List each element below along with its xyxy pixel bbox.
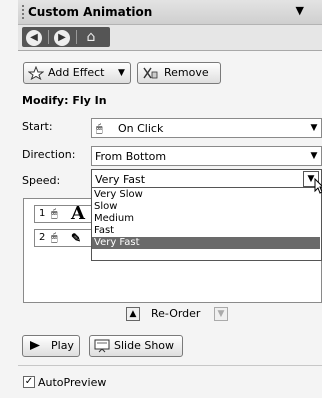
speed-option-fast[interactable]: Fast: [92, 225, 320, 237]
list-item[interactable]: 2 🖱 ✎: [34, 229, 94, 247]
custom-animation-pane: Custom Animation ▼ ◀ ▶ ⌂ Add Effect ▼ Re…: [0, 0, 322, 398]
mouse-pointer-icon: [314, 178, 322, 194]
speed-option-slow[interactable]: Slow: [92, 201, 320, 213]
nav-separator: [76, 30, 77, 44]
divider: [18, 365, 322, 366]
speed-option-very-slow[interactable]: Very Slow: [92, 189, 320, 201]
home-icon[interactable]: ⌂: [82, 29, 100, 45]
star-effect-icon: [28, 66, 44, 80]
slide-show-icon: [94, 339, 110, 353]
start-select[interactable]: 🖱 On Click ▼: [91, 118, 322, 138]
remove-button[interactable]: Remove: [137, 62, 221, 84]
mouse-click-icon: 🖱: [51, 207, 58, 220]
drawing-effect-icon: ✎: [71, 231, 82, 245]
task-pane-nav-bar: ◀ ▶ ⌂: [18, 25, 322, 51]
direction-value: From Bottom: [95, 150, 167, 163]
mouse-click-icon: 🖱: [96, 122, 103, 135]
chevron-down-icon[interactable]: ▼: [307, 119, 321, 137]
speed-value: Very Fast: [95, 173, 146, 186]
mouse-click-icon: 🖱: [51, 231, 58, 244]
slide-show-label: Slide Show: [114, 339, 175, 352]
play-icon: [30, 341, 40, 350]
list-item[interactable]: 1 🖱 A: [34, 203, 94, 224]
remove-label: Remove: [164, 66, 209, 79]
speed-dropdown: Very Slow Slow Medium Fast Very Fast: [91, 187, 322, 261]
speed-option-very-fast[interactable]: Very Fast: [92, 237, 320, 249]
direction-select[interactable]: From Bottom ▼: [91, 146, 322, 166]
modify-heading: Modify: Fly In: [22, 94, 107, 107]
move-up-button[interactable]: ▲: [126, 307, 140, 321]
speed-select[interactable]: Very Fast ▼: [91, 169, 322, 189]
play-button[interactable]: Play: [22, 335, 80, 357]
direction-label: Direction:: [22, 148, 76, 161]
add-effect-label: Add Effect: [48, 66, 105, 79]
start-label: Start:: [22, 120, 53, 133]
text-effect-icon: A: [71, 203, 85, 224]
reorder-label: Re-Order: [151, 307, 201, 320]
effect-number: 1: [39, 208, 46, 219]
autopreview-checkbox[interactable]: ✓: [23, 376, 35, 388]
start-value: On Click: [118, 122, 164, 135]
add-effect-button[interactable]: Add Effect ▼: [23, 62, 131, 84]
speed-label: Speed:: [22, 174, 61, 187]
effect-number: 2: [39, 232, 46, 243]
chevron-down-icon: ▼: [118, 68, 125, 78]
autopreview-label: AutoPreview: [38, 376, 107, 389]
move-down-button[interactable]: ▼: [214, 307, 228, 321]
slide-show-button[interactable]: Slide Show: [89, 335, 183, 357]
play-label: Play: [51, 339, 74, 352]
task-pane-title: Custom Animation: [28, 5, 153, 19]
back-arrow-icon[interactable]: ◀: [26, 30, 42, 46]
nav-button-strip: ◀ ▶ ⌂: [22, 27, 110, 47]
speed-option-medium[interactable]: Medium: [92, 213, 320, 225]
task-pane-menu-button[interactable]: ▼: [296, 4, 304, 17]
forward-arrow-icon[interactable]: ▶: [54, 30, 70, 46]
task-pane-titlebar: Custom Animation ▼: [18, 0, 322, 25]
drag-grip-icon[interactable]: [22, 5, 26, 19]
remove-effect-icon: [143, 67, 158, 79]
nav-separator: [48, 30, 49, 44]
chevron-down-icon[interactable]: ▼: [307, 147, 321, 165]
